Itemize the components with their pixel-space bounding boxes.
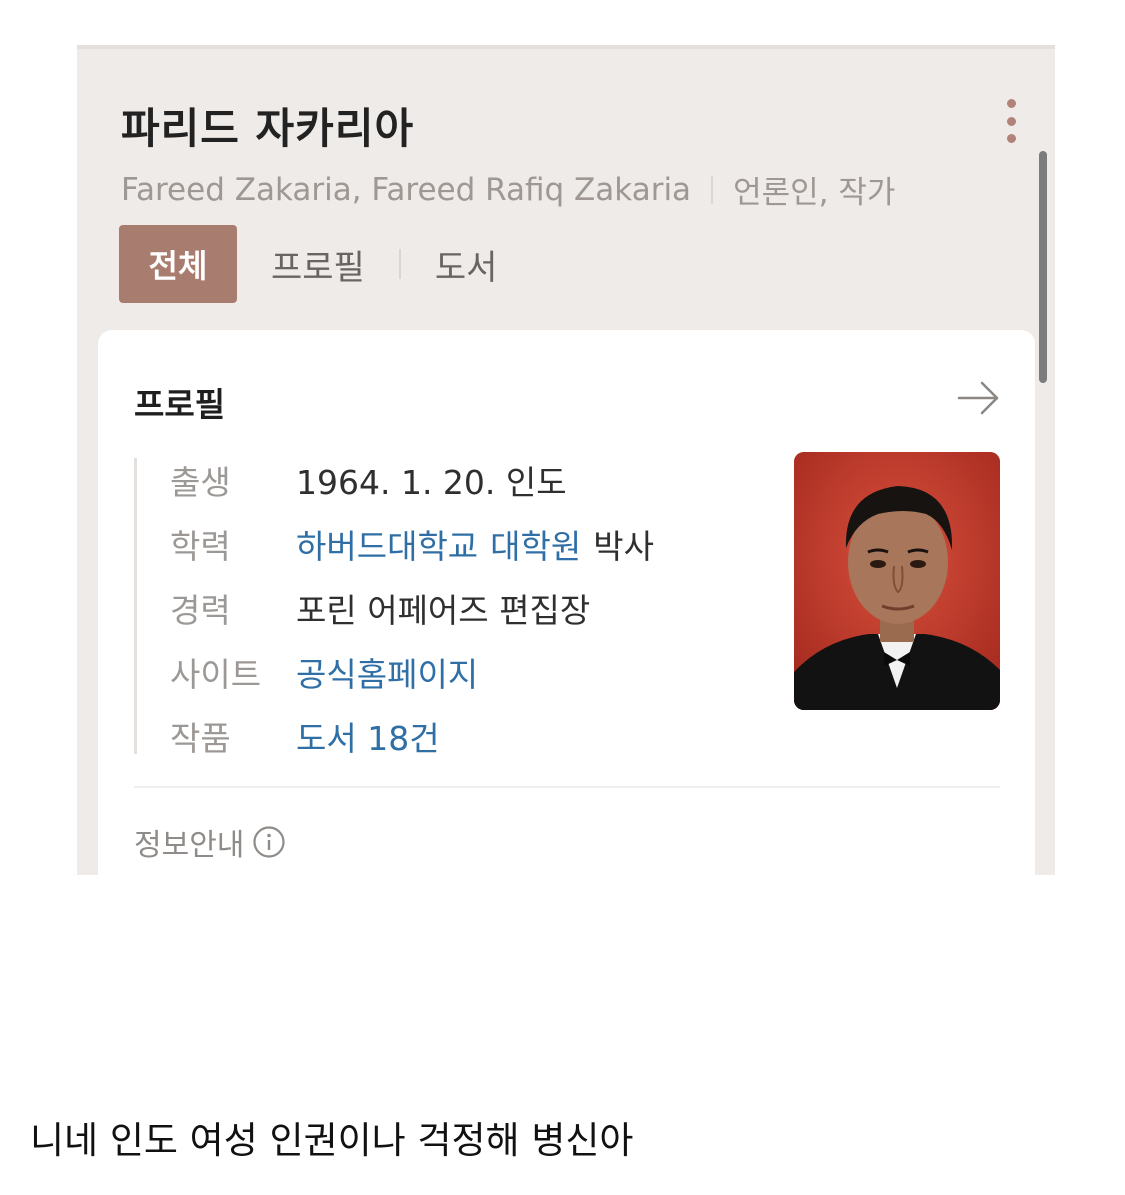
separator bbox=[711, 175, 714, 204]
info-row-career: 경력 포린 어페어즈 편집장 bbox=[170, 584, 590, 632]
tab-profile[interactable]: 프로필 bbox=[237, 240, 365, 289]
books-link[interactable]: 도서 18건 bbox=[296, 712, 440, 760]
education-school-link[interactable]: 하버드대학교 bbox=[296, 520, 478, 568]
card-divider bbox=[134, 786, 1000, 788]
info-label: 학력 bbox=[170, 527, 231, 566]
tab-books[interactable]: 도서 bbox=[401, 240, 498, 289]
card-title: 프로필 bbox=[134, 385, 226, 424]
info-value: 포린 어페어즈 편집장 bbox=[296, 591, 591, 630]
info-guide-label: 정보안내 bbox=[134, 828, 245, 863]
info-value: 박사 bbox=[593, 527, 654, 566]
info-row-works: 작품 도서 18건 bbox=[170, 712, 440, 760]
info-row-site: 사이트 공식홈페이지 bbox=[170, 648, 478, 696]
education-grad-link[interactable]: 대학원 bbox=[490, 520, 581, 568]
info-label: 경력 bbox=[170, 591, 231, 630]
info-row-birth: 출생 1964. 1. 20. 인도 bbox=[170, 456, 567, 504]
caption-text: 니네 인도 여성 인권이나 걱정해 병신아 bbox=[30, 1119, 634, 1162]
profile-card: 프로필 출생 1964. 1. 20. 인도 학력 하버드대학교 대학원 박사 … bbox=[98, 330, 1035, 875]
profile-screenshot: 파리드 자카리아 Fareed Zakaria, Fareed Rafiq Za… bbox=[77, 45, 1055, 875]
info-label: 사이트 bbox=[170, 655, 262, 694]
info-left-bar bbox=[134, 458, 137, 754]
homepage-link[interactable]: 공식홈페이지 bbox=[296, 648, 478, 696]
more-vertical-icon[interactable] bbox=[999, 97, 1023, 145]
profile-occupation: 언론인, 작가 bbox=[733, 175, 896, 211]
profile-photo[interactable] bbox=[794, 452, 1000, 710]
info-row-education: 학력 하버드대학교 대학원 박사 bbox=[170, 520, 654, 568]
profile-subtitle: Fareed Zakaria, Fareed Rafiq Zakaria 언론인… bbox=[121, 167, 895, 212]
tab-bar: 전체 프로필 도서 bbox=[119, 225, 497, 303]
profile-name: 파리드 자카리아 bbox=[121, 104, 415, 153]
info-label: 출생 bbox=[170, 463, 231, 502]
tab-all[interactable]: 전체 bbox=[119, 225, 237, 303]
info-label: 작품 bbox=[170, 719, 231, 758]
scrollbar[interactable] bbox=[1039, 151, 1047, 383]
info-value: 1964. 1. 20. 인도 bbox=[296, 463, 567, 502]
profile-aliases: Fareed Zakaria, Fareed Rafiq Zakaria bbox=[121, 171, 692, 208]
top-edge bbox=[77, 45, 1055, 49]
info-circle-icon bbox=[253, 826, 286, 858]
arrow-right-icon[interactable] bbox=[956, 378, 1002, 418]
info-guide[interactable]: 정보안내 bbox=[134, 820, 286, 864]
